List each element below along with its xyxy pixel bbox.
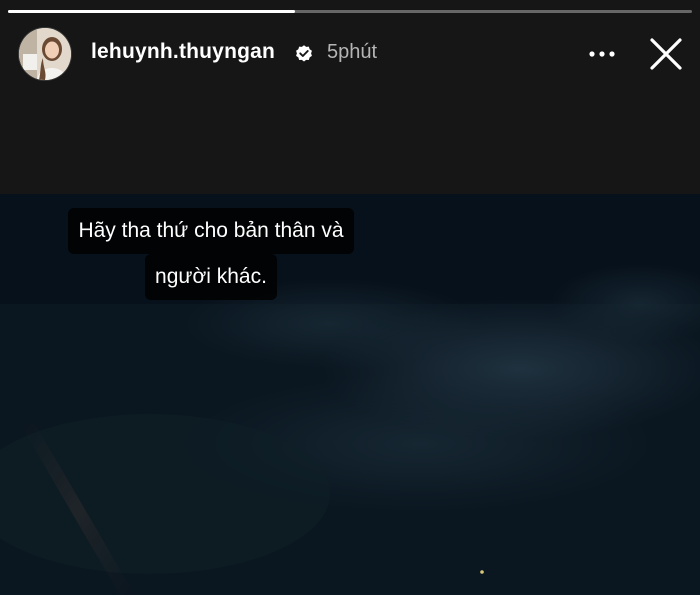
story-progress-fill bbox=[8, 10, 296, 13]
story-caption: Hãy tha thứ cho bản thân và người khác. bbox=[51, 208, 371, 300]
story-header-background bbox=[0, 0, 700, 194]
more-options-button[interactable] bbox=[584, 40, 620, 68]
story-viewer[interactable]: lehuynh.thuyngan 5phút Hãy tha thứ cho b… bbox=[0, 0, 700, 595]
caption-line-1: Hãy tha thứ cho bản thân và bbox=[68, 208, 354, 254]
verified-badge-icon bbox=[296, 45, 312, 62]
story-timestamp: 5phút bbox=[327, 41, 378, 63]
more-horizontal-icon bbox=[589, 51, 615, 57]
close-icon bbox=[650, 38, 682, 70]
story-progress-bar bbox=[8, 10, 692, 13]
caption-line-2: người khác. bbox=[145, 254, 277, 300]
close-button[interactable] bbox=[646, 34, 686, 74]
avatar[interactable] bbox=[19, 28, 71, 80]
avatar-image bbox=[19, 28, 71, 80]
username[interactable]: lehuynh.thuyngan bbox=[91, 40, 275, 64]
